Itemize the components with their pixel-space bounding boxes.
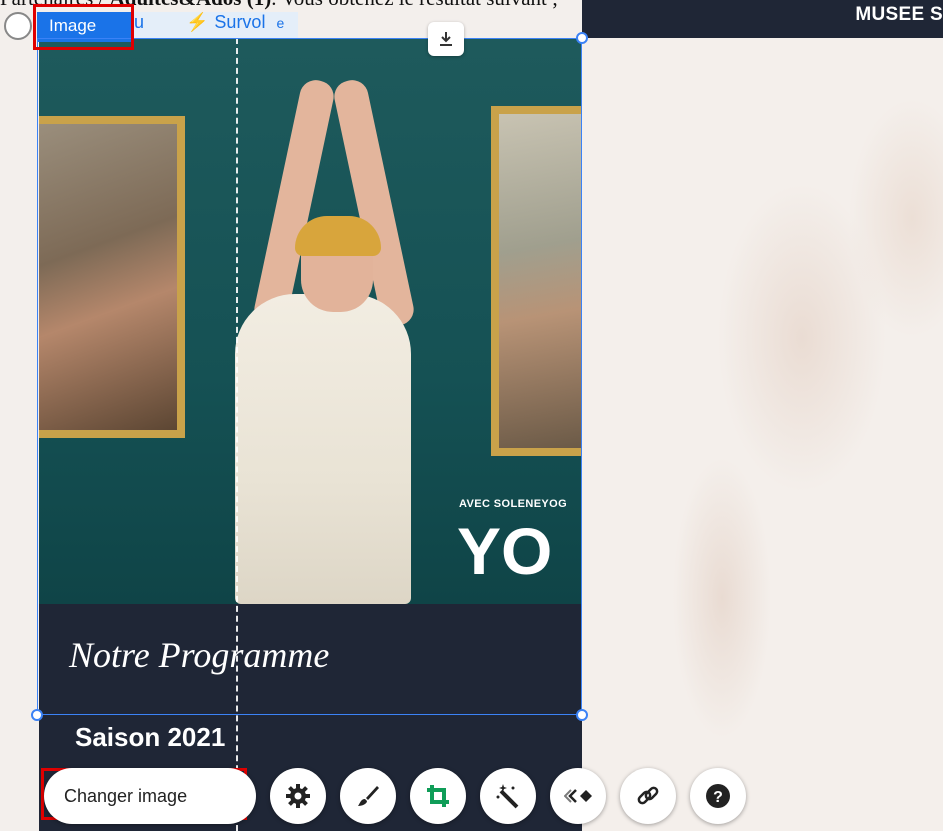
- site-header: MUSEE S: [582, 0, 943, 38]
- link-icon: [637, 786, 659, 805]
- help-button[interactable]: ?: [690, 768, 746, 824]
- help-icon: ?: [706, 784, 730, 808]
- link-button[interactable]: [620, 768, 676, 824]
- magic-wand-icon: [496, 784, 519, 809]
- settings-button[interactable]: [270, 768, 326, 824]
- magic-wand-button[interactable]: [480, 768, 536, 824]
- change-image-button[interactable]: Changer image: [44, 768, 256, 824]
- svg-text:?: ?: [713, 789, 723, 806]
- animation-button[interactable]: [550, 768, 606, 824]
- selection-box[interactable]: [37, 38, 582, 715]
- resize-handle-bottom-left[interactable]: [31, 709, 43, 721]
- animation-icon: [564, 789, 592, 803]
- season-title: Saison 2021: [75, 722, 226, 752]
- tab-survol[interactable]: ⚡ Survol e: [168, 12, 298, 38]
- site-title: MUSEE S: [855, 4, 943, 25]
- brush-icon: [358, 786, 379, 806]
- doc-text-part3: . Vous obtenez le résultat suivant ;: [271, 0, 558, 10]
- crop-icon: [427, 785, 449, 807]
- image-toolbar: Changer image ?: [44, 766, 804, 824]
- refresh-icon[interactable]: [4, 12, 32, 40]
- download-icon: [440, 32, 452, 46]
- page-background: [582, 38, 943, 831]
- resize-handle-bottom-right[interactable]: [576, 709, 588, 721]
- crop-button[interactable]: [410, 768, 466, 824]
- gear-icon: [286, 784, 310, 808]
- download-button[interactable]: [428, 22, 464, 56]
- change-image-label: Changer image: [64, 786, 188, 806]
- lightning-icon: ⚡: [186, 12, 209, 32]
- highlight-box-image-tab: [33, 4, 134, 50]
- tab-survol-label: Survol: [214, 12, 266, 32]
- brush-button[interactable]: [340, 768, 396, 824]
- resize-handle-top-right[interactable]: [576, 32, 588, 44]
